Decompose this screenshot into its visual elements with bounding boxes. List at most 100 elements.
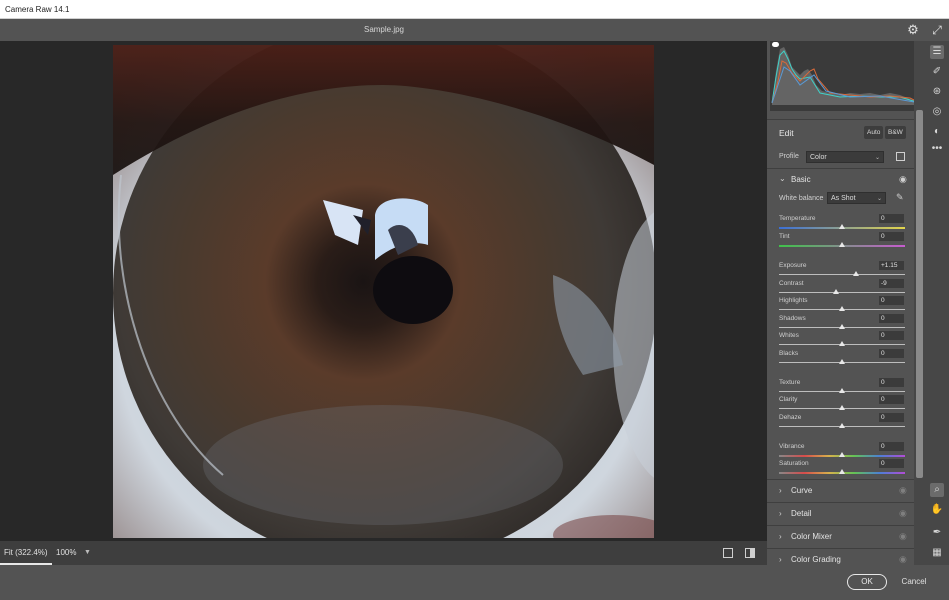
vibrance-label: Vibrance (779, 443, 805, 450)
shadows-thumb[interactable] (839, 324, 845, 329)
highlights-value-input[interactable]: 0 (879, 296, 904, 305)
chevron-right-icon: › (779, 532, 782, 541)
exposure-track[interactable] (779, 274, 905, 275)
edit-sliders-icon[interactable]: ☰ (930, 45, 944, 59)
zoom-fit-button[interactable]: Fit (322.4%) (0, 541, 52, 565)
exposure-slider[interactable]: Exposure +1.15 (779, 261, 905, 278)
shadows-slider[interactable]: Shadows 0 (779, 314, 905, 331)
canvas-bottombar: Fit (322.4%) 100% ▼ (0, 541, 767, 565)
contrast-value-input[interactable]: -9 (879, 279, 904, 288)
before-after-icon[interactable] (745, 548, 755, 558)
color-mixer-section-title: Color Mixer (791, 532, 832, 541)
ok-button[interactable]: OK (847, 574, 887, 590)
chevron-down-icon: ⌄ (876, 196, 882, 202)
chevron-right-icon: › (779, 509, 782, 518)
vibrance-slider[interactable]: Vibrance 0 (779, 442, 905, 459)
temperature-thumb[interactable] (839, 224, 845, 229)
shadows-value-input[interactable]: 0 (879, 314, 904, 323)
healing-icon[interactable]: ⊛ (930, 85, 944, 99)
gear-icon[interactable]: ⚙ (906, 23, 920, 37)
saturation-label: Saturation (779, 460, 809, 467)
texture-slider[interactable]: Texture 0 (779, 378, 905, 395)
tint-thumb[interactable] (839, 242, 845, 247)
eye-icon[interactable]: ◉ (899, 174, 907, 185)
zoom-level-select[interactable]: 100% (56, 541, 76, 565)
white-balance-select[interactable]: As Shot ⌄ (827, 192, 886, 204)
cycle-views-icon[interactable] (723, 548, 733, 558)
basic-section-header[interactable]: ⌄ Basic ◉ (767, 169, 915, 191)
panel-scrollbar-thumb[interactable] (916, 110, 923, 478)
blacks-value-input[interactable]: 0 (879, 349, 904, 358)
profile-select[interactable]: Color ⌄ (806, 151, 884, 163)
contrast-track[interactable] (779, 292, 905, 293)
dehaze-thumb[interactable] (839, 423, 845, 428)
curve-section-title: Curve (791, 486, 813, 495)
exposure-label: Exposure (779, 262, 807, 269)
white-balance-label: White balance (779, 195, 824, 202)
hand-icon[interactable]: ✋ (930, 503, 944, 517)
zoom-icon[interactable]: ⌕ (930, 483, 944, 497)
more-icon[interactable]: ••• (930, 142, 944, 156)
curve-section-header[interactable]: › Curve ◉ (767, 480, 915, 502)
chevron-right-icon: › (779, 486, 782, 495)
blacks-thumb[interactable] (839, 359, 845, 364)
texture-thumb[interactable] (839, 388, 845, 393)
color-mixer-section-header[interactable]: › Color Mixer ◉ (767, 526, 915, 548)
clarity-slider[interactable]: Clarity 0 (779, 395, 905, 412)
cancel-button[interactable]: Cancel (897, 575, 931, 589)
whites-thumb[interactable] (839, 341, 845, 346)
saturation-value-input[interactable]: 0 (879, 459, 904, 468)
eyedropper-icon[interactable]: ✎ (896, 192, 906, 202)
highlights-thumb[interactable] (839, 306, 845, 311)
eye-icon[interactable]: ◉ (899, 531, 907, 542)
whites-slider[interactable]: Whites 0 (779, 331, 905, 348)
tint-label: Tint (779, 233, 790, 240)
dehaze-label: Dehaze (779, 414, 802, 421)
saturation-slider[interactable]: Saturation 0 (779, 459, 905, 476)
masking-icon[interactable]: ◎ (930, 105, 944, 119)
image-canvas[interactable] (0, 41, 767, 541)
contrast-thumb[interactable] (833, 289, 840, 294)
blacks-slider[interactable]: Blacks 0 (779, 349, 905, 366)
eye-icon[interactable]: ◉ (899, 485, 907, 496)
divider (767, 119, 925, 120)
auto-button[interactable]: Auto (864, 126, 884, 139)
saturation-thumb[interactable] (839, 469, 845, 474)
whites-value-input[interactable]: 0 (879, 331, 904, 340)
highlights-slider[interactable]: Highlights 0 (779, 296, 905, 313)
color-grading-section-title: Color Grading (791, 555, 841, 564)
crop-rotate-icon[interactable]: ✐ (930, 65, 944, 79)
chevron-down-icon[interactable]: ▼ (84, 549, 91, 556)
eye-icon[interactable]: ◉ (899, 508, 907, 519)
exposure-value-input[interactable]: +1.15 (879, 261, 904, 270)
highlights-label: Highlights (779, 297, 808, 304)
profile-browser-icon[interactable] (896, 152, 905, 161)
dehaze-value-input[interactable]: 0 (879, 413, 904, 422)
contrast-slider[interactable]: Contrast -9 (779, 279, 905, 296)
color-sampler-icon[interactable]: ✒ (930, 526, 944, 540)
clarity-thumb[interactable] (839, 405, 845, 410)
color-grading-section-header[interactable]: › Color Grading ◉ (767, 549, 915, 565)
clarity-value-input[interactable]: 0 (879, 395, 904, 404)
red-eye-icon[interactable]: ◐ (930, 125, 944, 139)
temperature-slider[interactable]: Temperature 0 (779, 214, 905, 231)
chevron-down-icon: ⌄ (779, 174, 786, 183)
texture-value-input[interactable]: 0 (879, 378, 904, 387)
detail-section-header[interactable]: › Detail ◉ (767, 503, 915, 525)
dehaze-slider[interactable]: Dehaze 0 (779, 413, 905, 430)
window-title: Camera Raw 14.1 (5, 5, 70, 14)
edit-header: Edit Auto B&W (767, 125, 915, 141)
eye-icon[interactable]: ◉ (899, 554, 907, 565)
tint-value-input[interactable]: 0 (879, 232, 904, 241)
exposure-thumb[interactable] (853, 271, 860, 276)
tint-slider[interactable]: Tint 0 (779, 232, 905, 249)
editor-header: Sample.jpg ⚙ ⤢ (0, 19, 949, 41)
expand-icon[interactable]: ⤢ (930, 23, 944, 37)
clarity-label: Clarity (779, 396, 798, 403)
grid-icon[interactable]: ▦ (930, 546, 944, 560)
temperature-value-input[interactable]: 0 (879, 214, 904, 223)
vibrance-thumb[interactable] (839, 452, 845, 457)
shadow-clipping-icon[interactable] (772, 42, 779, 47)
bw-button[interactable]: B&W (885, 126, 906, 139)
vibrance-value-input[interactable]: 0 (879, 442, 904, 451)
